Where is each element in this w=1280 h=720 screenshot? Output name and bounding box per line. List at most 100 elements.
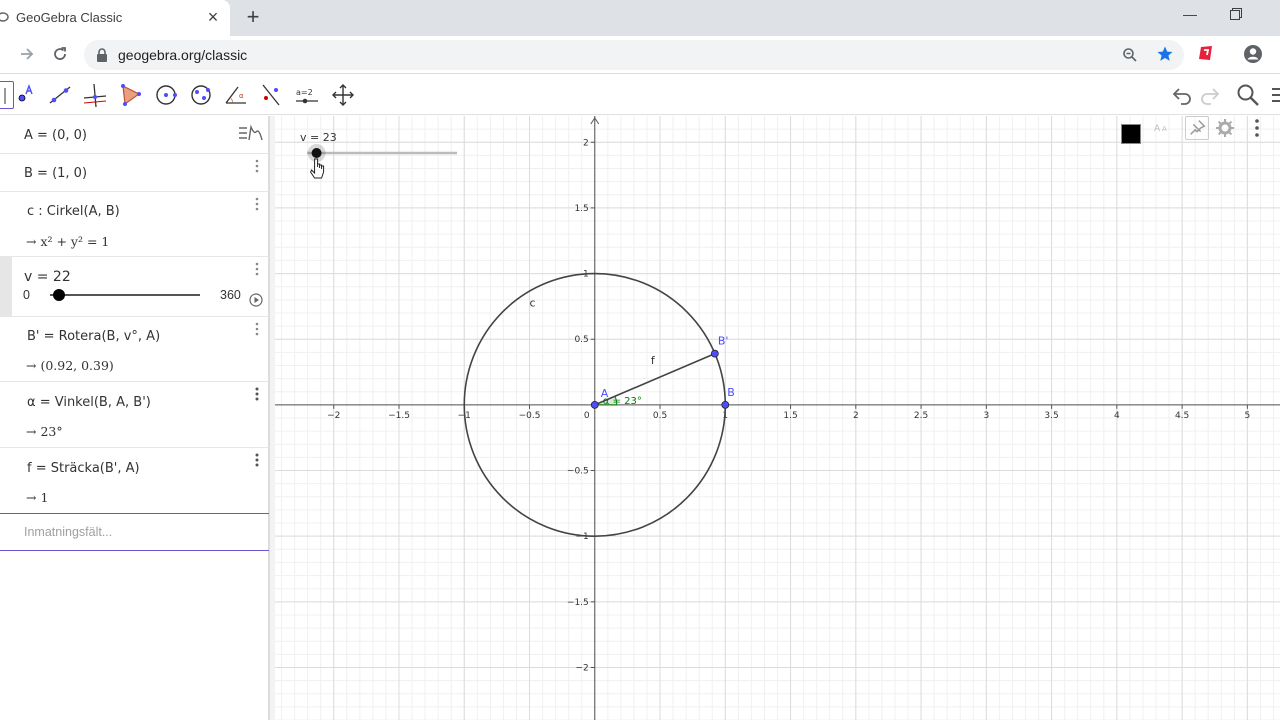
- point-label: B: [727, 386, 735, 399]
- input-bar[interactable]: Inmatningsfält...: [0, 513, 269, 551]
- y-tick-label: −2: [575, 663, 588, 673]
- selection-marker: [0, 257, 12, 316]
- pin-icon[interactable]: [1185, 116, 1209, 140]
- more-options-icon[interactable]: [255, 453, 259, 467]
- url-text[interactable]: geogebra.org/classic: [118, 47, 247, 63]
- lock-icon[interactable]: [96, 48, 108, 62]
- tab-close-icon[interactable]: ×: [205, 8, 221, 26]
- browser-toolbar: geogebra.org/classic: [0, 36, 1280, 74]
- move-graphics-tool-button[interactable]: [329, 81, 357, 109]
- algebra-row-c[interactable]: c : Cirkel(A, B) → x² + y² = 1: [0, 192, 269, 257]
- angle-tool-icon: α: [225, 86, 246, 104]
- more-options-icon[interactable]: [255, 262, 259, 276]
- main-menu-icon[interactable]: [1268, 83, 1280, 107]
- more-options-icon[interactable]: [255, 159, 259, 173]
- algebra-definition: v = 22: [24, 269, 71, 285]
- y-tick-label: 2: [583, 138, 589, 148]
- undo-icon[interactable]: [1170, 83, 1194, 107]
- geogebra-toolbar: α a=2: [0, 75, 1280, 115]
- algebra-definition: c : Cirkel(A, B): [27, 204, 120, 219]
- move-graphics-tool-icon: [332, 84, 354, 106]
- segment-f: [594, 352, 716, 406]
- reflect-tool-button[interactable]: [257, 81, 285, 109]
- reload-icon[interactable]: [51, 45, 69, 63]
- point-label: B': [718, 335, 729, 348]
- circle-tool-button[interactable]: [152, 81, 180, 109]
- slider-tool-label: a=2: [296, 88, 313, 97]
- x-tick-label: 3.5: [1044, 411, 1058, 421]
- slider-tool-button[interactable]: a=2: [293, 81, 321, 109]
- perpendicular-tool-icon: [83, 83, 107, 108]
- algebra-slider-track[interactable]: [50, 294, 200, 296]
- settings-gear-icon[interactable]: [1213, 116, 1237, 140]
- algebra-output: → x² + y² = 1: [26, 234, 110, 249]
- more-options-icon[interactable]: [255, 322, 259, 336]
- line-tool-button[interactable]: [46, 81, 74, 109]
- window-minimize-icon[interactable]: —: [1182, 6, 1198, 22]
- graphics-slider-knob: [311, 148, 322, 158]
- svg-text:A: A: [1162, 125, 1167, 133]
- x-tick-label: −1.5: [388, 411, 410, 421]
- algebra-row-f[interactable]: f = Sträcka(B', A) → 1: [0, 448, 269, 513]
- perpendicular-tool-button[interactable]: [81, 81, 109, 109]
- browser-tabstrip: GeoGebra Classic × + —: [0, 0, 1280, 36]
- x-tick-label: −2: [327, 411, 340, 421]
- more-options-icon[interactable]: [255, 387, 259, 401]
- more-options-icon[interactable]: [255, 197, 259, 211]
- search-icon[interactable]: [1236, 83, 1260, 107]
- graphics-slider-label: v = 23: [300, 131, 337, 144]
- ellipse-tool-icon: [191, 85, 211, 105]
- graphics-canvas[interactable]: −2 −1.5 −1 −0.5 0 0.5 1 1.5 2 2.5 3 3.5 4 4.5 521.510.…: [275, 116, 1280, 720]
- algebra-definition: B' = Rotera(B, v°, A): [27, 329, 161, 344]
- y-tick-label: −1: [575, 532, 588, 542]
- forward-icon[interactable]: [18, 45, 36, 63]
- zoom-icon[interactable]: [1122, 47, 1138, 63]
- algebra-row-alpha[interactable]: α = Vinkel(B, A, B') → 23°: [0, 382, 269, 448]
- x-tick-label: −0.5: [519, 411, 541, 421]
- x-tick-label: 0: [584, 411, 590, 421]
- x-tick-label: 4: [1114, 411, 1120, 421]
- redo-icon[interactable]: [1198, 83, 1222, 107]
- graphics-menu-icon[interactable]: [1245, 116, 1269, 140]
- algebra-row-v[interactable]: v = 22 0 360: [0, 257, 269, 317]
- tab-title: GeoGebra Classic: [16, 10, 123, 25]
- point-tool-button[interactable]: [12, 81, 40, 109]
- algebra-definition: f = Sträcka(B', A): [27, 461, 140, 476]
- algebra-output: → 1: [26, 490, 49, 505]
- algebra-definition: α = Vinkel(B, A, B'): [27, 395, 151, 410]
- extension-icon[interactable]: [1197, 44, 1215, 62]
- window-restore-icon[interactable]: [1230, 8, 1242, 20]
- point-B2: [710, 349, 719, 358]
- polygon-tool-icon: [121, 84, 141, 106]
- algebra-view: A = (0, 0) B = (1, 0) c : Cirkel(A, B) →…: [0, 116, 269, 720]
- circle-tool-icon: [156, 85, 177, 105]
- profile-icon[interactable]: [1243, 44, 1263, 64]
- line-tool-icon: [49, 86, 71, 104]
- new-tab-icon[interactable]: +: [244, 6, 262, 28]
- omnibox[interactable]: geogebra.org/classic: [84, 40, 1184, 70]
- algebra-row-B[interactable]: B = (1, 0): [0, 154, 269, 192]
- algebra-slider-knob[interactable]: [53, 289, 66, 301]
- play-icon[interactable]: [249, 293, 263, 307]
- ellipse-tool-button[interactable]: [187, 81, 215, 109]
- svg-text:α: α: [239, 92, 244, 100]
- input-placeholder: Inmatningsfält...: [24, 525, 113, 539]
- text-style-icon[interactable]: A A: [1151, 116, 1175, 140]
- y-tick-label: −0.5: [567, 467, 589, 477]
- algebra-output: → (0.92, 0.39): [26, 358, 114, 373]
- color-swatch-button[interactable]: [1121, 124, 1141, 144]
- angle-label: α = 23°: [603, 396, 642, 407]
- x-tick-label: 2.5: [914, 411, 928, 421]
- browser-tab[interactable]: GeoGebra Classic ×: [0, 0, 230, 36]
- polygon-tool-button[interactable]: [117, 81, 145, 109]
- algebra-row-B-prime[interactable]: B' = Rotera(B, v°, A) → (0.92, 0.39): [0, 317, 269, 382]
- algebra-output: → 23°: [26, 424, 63, 439]
- graphics-view[interactable]: −2 −1.5 −1 −0.5 0 0.5 1 1.5 2 2.5 3 3.5 4 4.5 5 2 1.5 1 0.…: [275, 116, 1280, 720]
- angle-tool-button[interactable]: α: [222, 81, 250, 109]
- bookmark-star-icon[interactable]: [1156, 45, 1174, 63]
- algebra-row-A[interactable]: A = (0, 0): [0, 116, 269, 154]
- svg-text:A: A: [1154, 124, 1161, 134]
- x-tick-label: 1.5: [783, 411, 797, 421]
- point-tool-icon: [18, 84, 33, 102]
- reflect-tool-icon: [262, 84, 280, 106]
